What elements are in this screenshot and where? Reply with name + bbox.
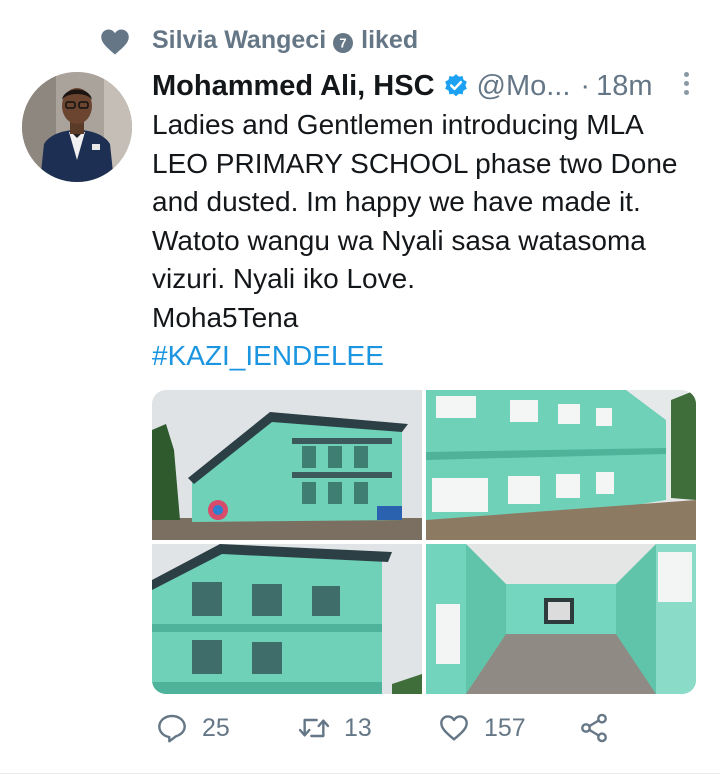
more-options-icon[interactable] [680,72,692,98]
like-heart-icon [440,715,468,741]
tweet-actions: 25 13 157 [152,712,622,756]
tweet-text: Ladies and Gentlemen introducing MLA LEO… [152,106,692,376]
media-grid [152,390,696,694]
badge-number: 7 [340,35,347,50]
share-button[interactable] [578,712,624,744]
reply-button[interactable]: 25 [156,712,230,744]
tweet-timestamp[interactable]: 18m [596,70,652,103]
context-action: liked [361,26,419,54]
photo-2[interactable] [426,390,696,540]
photo-1[interactable] [152,390,422,540]
hashtag-link[interactable]: #KAZI_IENDELEE [152,337,692,376]
retweet-icon [298,718,330,738]
reply-count: 25 [202,713,230,742]
tweet-line: LEO PRIMARY SCHOOL phase two Done [152,147,678,179]
divider [0,773,720,774]
badge-icon: 7 [333,31,354,53]
photo-3[interactable] [152,544,422,694]
verified-badge-icon [444,74,467,97]
tweet-header: Mohammed Ali, HSC @Mo... · 18m [152,66,692,106]
heart-icon [101,29,129,55]
author-handle[interactable]: @Mo... [477,70,571,103]
like-button[interactable]: 157 [438,712,526,744]
reply-icon [158,714,186,743]
tweet-line: Watoto wangu wa Nyali sasa watasoma [152,224,646,256]
photo-4[interactable] [426,544,696,694]
tweet-line: and dusted. Im happy we have made it. [152,186,641,217]
like-count: 157 [484,713,526,742]
social-context[interactable]: Silvia Wangeci 7 liked [100,26,418,55]
author-name[interactable]: Mohammed Ali, HSC [152,70,435,103]
tweet-line: Ladies and Gentlemen introducing MLA [152,109,644,140]
liker-name[interactable]: Silvia Wangeci [152,26,326,55]
tweet-line: vizuri. Nyali iko Love. [152,263,415,294]
retweet-count: 13 [344,713,372,742]
separator-dot: · [580,69,591,102]
avatar[interactable] [22,72,132,182]
share-icon [581,713,607,743]
tweet-line: Moha5Tena [152,301,299,333]
retweet-button[interactable]: 13 [298,712,372,744]
